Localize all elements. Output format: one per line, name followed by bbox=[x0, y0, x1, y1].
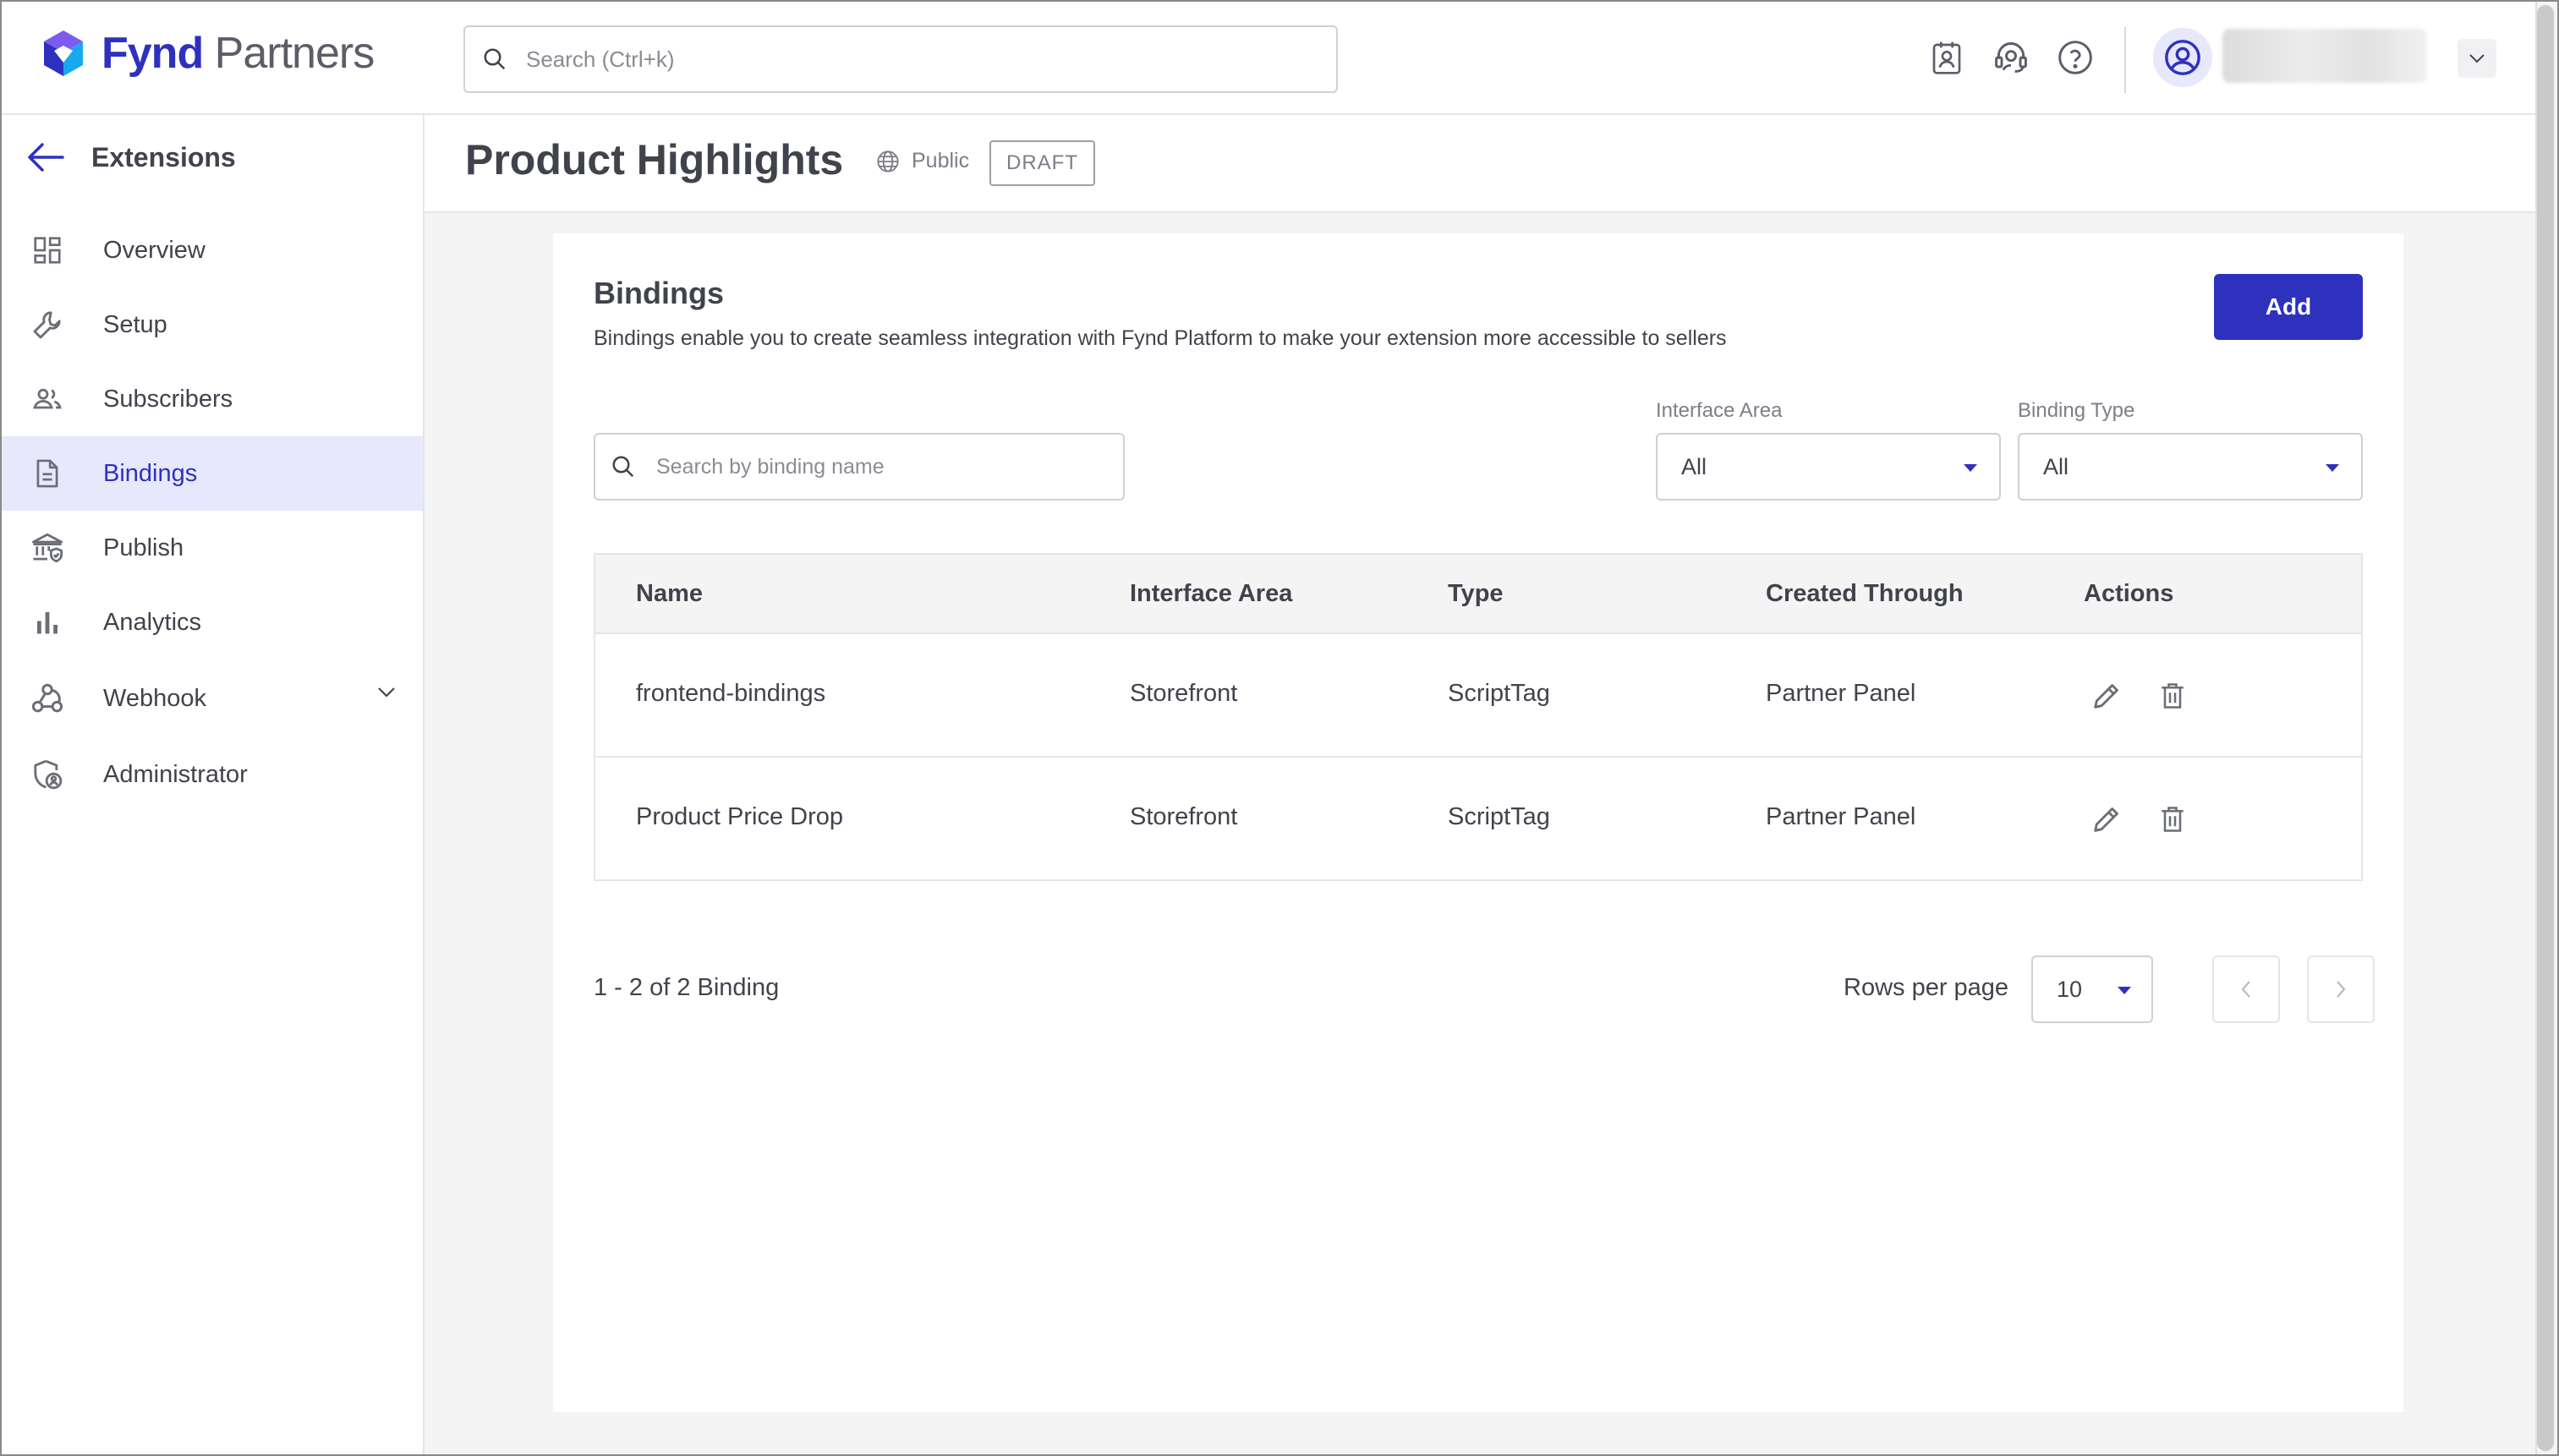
sidebar-item-label: Overview bbox=[103, 236, 205, 264]
window-scrollbar-thumb[interactable] bbox=[2537, 5, 2554, 1451]
binding-created-through: Partner Panel bbox=[1766, 803, 1916, 830]
dropdown-caret-icon bbox=[2118, 987, 2131, 994]
bank-shield-icon bbox=[29, 529, 66, 567]
webhook-icon bbox=[29, 680, 66, 717]
sidebar-item-label: Publish bbox=[103, 534, 184, 561]
sidebar-item-administrator[interactable]: Administrator bbox=[0, 737, 423, 812]
binding-type: ScriptTag bbox=[1448, 680, 1550, 707]
page-header: Product Highlights Public DRAFT bbox=[425, 115, 2535, 213]
bindings-table: Name Interface Area Type Created Through… bbox=[594, 553, 2363, 881]
sidebar-item-setup[interactable]: Setup bbox=[0, 287, 423, 362]
search-icon bbox=[611, 454, 636, 479]
pagination-summary: 1 - 2 of 2 Binding bbox=[594, 974, 780, 1001]
visibility-label: Public bbox=[912, 149, 970, 172]
binding-type-label: Binding Type bbox=[2018, 399, 2135, 422]
binding-interface-area: Storefront bbox=[1130, 680, 1238, 707]
contact-card-icon[interactable] bbox=[1925, 36, 1969, 79]
table-row[interactable]: frontend-bindings Storefront ScriptTag P… bbox=[595, 634, 2361, 758]
interface-area-label: Interface Area bbox=[1656, 399, 1783, 422]
support-headset-icon[interactable] bbox=[1989, 36, 2033, 79]
edit-pencil-icon[interactable] bbox=[2087, 800, 2126, 839]
rows-per-page-value: 10 bbox=[2057, 976, 2083, 1002]
brand-logo[interactable]: Fynd Partners bbox=[37, 27, 375, 79]
delete-trash-icon[interactable] bbox=[2153, 676, 2192, 715]
column-header-interface-area[interactable]: Interface Area bbox=[1130, 580, 1292, 608]
admin-shield-icon bbox=[29, 756, 66, 793]
interface-area-value: All bbox=[1681, 453, 1707, 479]
user-menu-chevron-down-icon[interactable] bbox=[2458, 39, 2496, 78]
table-header: Name Interface Area Type Created Through… bbox=[595, 555, 2361, 634]
sidebar-item-analytics[interactable]: Analytics bbox=[0, 585, 423, 660]
search-icon bbox=[482, 47, 507, 72]
binding-created-through: Partner Panel bbox=[1766, 680, 1916, 707]
bindings-card: Bindings Bindings enable you to create s… bbox=[553, 233, 2403, 1412]
global-search-input[interactable] bbox=[526, 46, 1287, 73]
binding-search-box[interactable] bbox=[594, 433, 1125, 501]
back-to-extensions[interactable]: Extensions bbox=[25, 140, 236, 174]
sidebar-item-overview[interactable]: Overview bbox=[0, 213, 423, 287]
binding-type-value: All bbox=[2043, 453, 2069, 479]
next-page-button[interactable] bbox=[2307, 955, 2375, 1023]
binding-name: Product Price Drop bbox=[636, 803, 843, 830]
brand-name: Fynd Partners bbox=[101, 29, 375, 78]
sidebar-item-bindings[interactable]: Bindings bbox=[0, 436, 423, 511]
users-icon bbox=[29, 380, 66, 418]
section-description: Bindings enable you to create seamless i… bbox=[594, 326, 1727, 350]
chevron-down-icon[interactable] bbox=[377, 687, 396, 698]
visibility-indicator: Public bbox=[876, 149, 969, 173]
rows-per-page-select[interactable]: 10 bbox=[2031, 955, 2153, 1023]
interface-area-select[interactable]: All bbox=[1656, 433, 2001, 501]
sidebar-item-label: Administrator bbox=[103, 760, 248, 788]
table-row[interactable]: Product Price Drop Storefront ScriptTag … bbox=[595, 758, 2361, 881]
page-title: Product Highlights bbox=[465, 136, 844, 183]
section-title: Bindings bbox=[594, 276, 724, 310]
rows-per-page-label: Rows per page bbox=[1844, 974, 2009, 1001]
sidebar-item-label: Setup bbox=[103, 310, 167, 338]
sidebar-item-label: Analytics bbox=[103, 608, 202, 636]
sidebar-item-label: Subscribers bbox=[103, 385, 233, 413]
chevron-left-icon bbox=[2239, 979, 2253, 999]
sidebar-item-subscribers[interactable]: Subscribers bbox=[0, 362, 423, 436]
user-avatar-icon[interactable] bbox=[2153, 28, 2212, 87]
dropdown-caret-icon bbox=[1964, 464, 1977, 472]
binding-type: ScriptTag bbox=[1448, 803, 1550, 830]
column-header-type[interactable]: Type bbox=[1448, 580, 1504, 608]
fynd-logo-icon bbox=[37, 27, 90, 79]
add-binding-button[interactable]: Add bbox=[2214, 274, 2363, 340]
sidebar-item-webhook[interactable]: Webhook bbox=[0, 661, 423, 736]
column-header-created-through[interactable]: Created Through bbox=[1766, 580, 1964, 608]
status-badge: DRAFT bbox=[989, 140, 1095, 186]
binding-interface-area: Storefront bbox=[1130, 803, 1238, 830]
binding-search-input[interactable] bbox=[656, 454, 1113, 479]
binding-name: frontend-bindings bbox=[636, 680, 826, 707]
sidebar: Extensions Overview Setup Subscribers Bi… bbox=[0, 115, 425, 1456]
sidebar-item-label: Webhook bbox=[103, 684, 206, 712]
dashboard-grid-icon bbox=[29, 232, 66, 269]
globe-icon bbox=[876, 150, 900, 173]
column-header-name[interactable]: Name bbox=[636, 580, 703, 608]
header-divider bbox=[2124, 27, 2126, 93]
bar-chart-icon bbox=[29, 604, 66, 641]
chevron-right-icon bbox=[2334, 979, 2348, 999]
previous-page-button[interactable] bbox=[2212, 955, 2280, 1023]
sidebar-item-label: Bindings bbox=[103, 459, 198, 487]
column-header-actions: Actions bbox=[2084, 580, 2174, 607]
sidebar-item-publish[interactable]: Publish bbox=[0, 511, 423, 585]
top-header: Fynd Partners bbox=[0, 0, 2535, 115]
edit-pencil-icon[interactable] bbox=[2087, 676, 2126, 715]
global-search-box[interactable] bbox=[463, 25, 1338, 93]
delete-trash-icon[interactable] bbox=[2153, 800, 2192, 839]
sidebar-back-label: Extensions bbox=[91, 141, 236, 172]
binding-type-select[interactable]: All bbox=[2018, 433, 2363, 501]
wrench-icon bbox=[29, 306, 66, 343]
dropdown-caret-icon bbox=[2326, 464, 2339, 472]
help-icon[interactable] bbox=[2053, 36, 2097, 79]
user-name-blurred bbox=[2222, 29, 2427, 83]
document-icon bbox=[29, 455, 66, 492]
arrow-left-icon bbox=[25, 140, 66, 174]
